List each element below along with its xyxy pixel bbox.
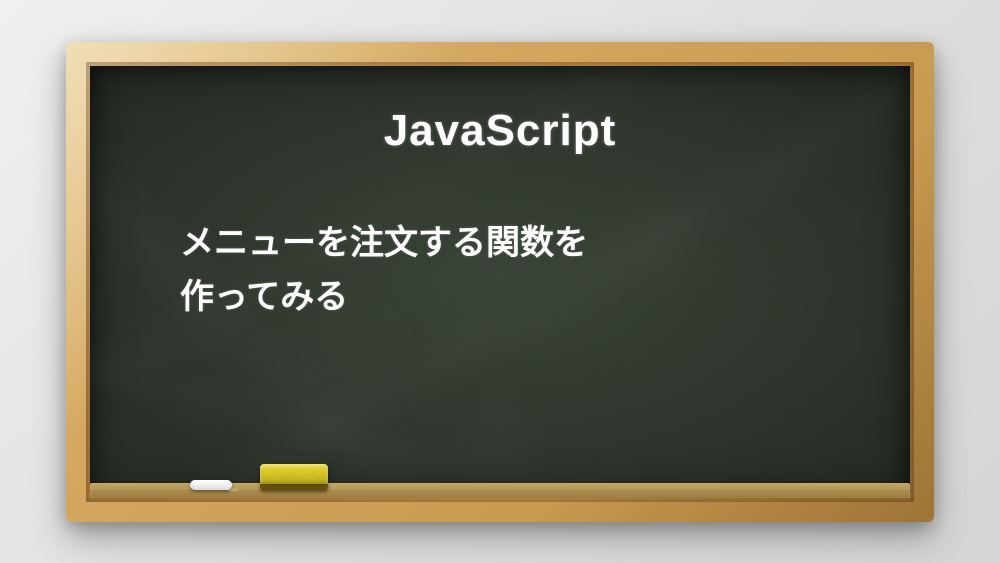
eraser-base: [260, 484, 328, 490]
board-subtitle: メニューを注文する関数を 作ってみる: [180, 216, 840, 325]
frame-inner: JavaScript メニューを注文する関数を 作ってみる: [86, 62, 914, 502]
chalk-icon: [190, 480, 232, 490]
eraser-sponge: [260, 464, 328, 484]
chalkboard-surface: JavaScript メニューを注文する関数を 作ってみる: [90, 66, 910, 498]
board-title: JavaScript: [160, 106, 840, 156]
eraser-icon: [260, 464, 328, 490]
chalkboard-frame: JavaScript メニューを注文する関数を 作ってみる: [66, 42, 934, 522]
subtitle-line-2: 作ってみる: [180, 278, 348, 316]
subtitle-line-1: メニューを注文する関数を: [180, 224, 588, 262]
chalkboard-content: JavaScript メニューを注文する関数を 作ってみる: [90, 66, 910, 365]
